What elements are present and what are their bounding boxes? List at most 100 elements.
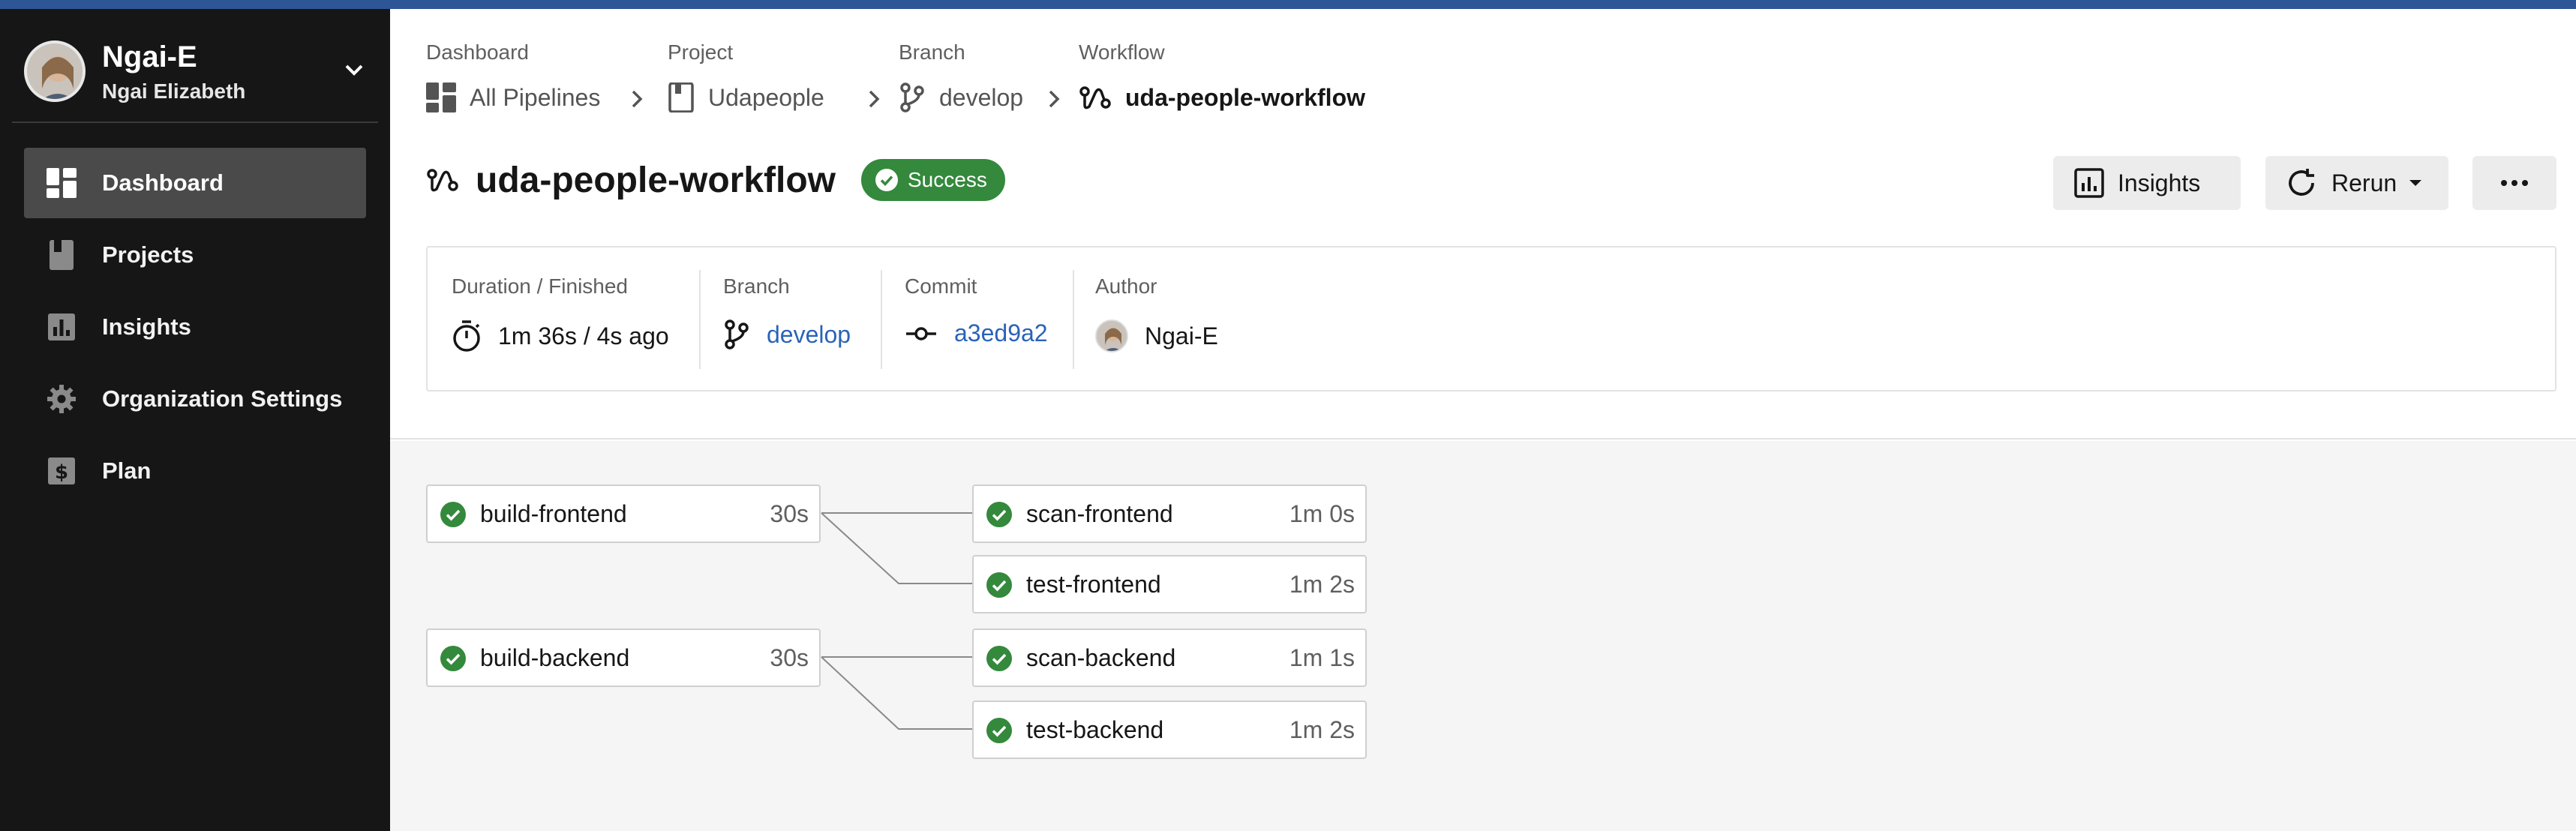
workflow-icon	[427, 169, 458, 192]
info-duration: Duration / Finished 1m 36s / 4s ago	[452, 248, 692, 393]
bar-chart-icon	[2074, 168, 2104, 198]
branch-value: develop	[767, 320, 851, 348]
breadcrumb-branch: Branch develop	[899, 40, 1023, 112]
user-handle: Ngai-E	[102, 40, 197, 74]
breadcrumb-workflow: Workflow uda-people-workflow	[1079, 40, 1365, 111]
info-value: Ngai-E	[1095, 320, 1218, 352]
breadcrumb-value: develop	[939, 83, 1024, 111]
sidebar-item-label: Insights	[102, 314, 191, 340]
stopwatch-icon	[453, 320, 480, 352]
chevron-right-icon	[863, 86, 885, 112]
check-circle-icon	[986, 502, 1012, 527]
commit-value: a3ed9a2	[954, 320, 1048, 346]
main-content: Dashboard All Pipelines Project Udapeopl…	[390, 9, 2576, 831]
workflow-icon	[1079, 86, 1111, 110]
check-circle-icon	[986, 718, 1012, 743]
author-value: Ngai-E	[1145, 322, 1218, 350]
more-options-button[interactable]	[2472, 156, 2556, 210]
sidebar: Ngai-E Ngai Elizabeth Dashboard Projects…	[0, 9, 390, 831]
title-row: uda-people-workflow Success	[426, 159, 1005, 201]
sidebar-item-dashboard[interactable]: Dashboard	[24, 148, 366, 218]
caret-down-icon	[2409, 180, 2422, 186]
sidebar-item-label: Organization Settings	[102, 386, 343, 412]
breadcrumb-project: Project Udapeople	[668, 40, 824, 112]
user-switcher[interactable]: Ngai-E Ngai Elizabeth	[24, 33, 369, 105]
workflow-info-panel: Duration / Finished 1m 36s / 4s ago Bran…	[426, 246, 2556, 392]
info-commit: Commit a3ed9a2	[905, 248, 1070, 393]
breadcrumb-link-project[interactable]: Udapeople	[668, 82, 824, 112]
sidebar-item-label: Dashboard	[102, 170, 224, 196]
check-circle-icon	[440, 646, 466, 671]
chevron-right-icon	[626, 86, 648, 112]
more-horizontal-icon	[2501, 180, 2528, 186]
insights-button[interactable]: Insights	[2053, 156, 2241, 210]
duration-value: 1m 36s / 4s ago	[498, 322, 669, 350]
info-value: 1m 36s / 4s ago	[452, 320, 669, 352]
sidebar-item-plan[interactable]: $ Plan	[24, 436, 366, 506]
user-full-name: Ngai Elizabeth	[102, 80, 246, 103]
job-build-frontend[interactable]: build-frontend 30s	[426, 484, 821, 543]
dashboard-icon	[47, 168, 77, 198]
status-badge-label: Success	[908, 168, 987, 191]
sidebar-divider	[12, 122, 378, 123]
sidebar-item-projects[interactable]: Projects	[24, 220, 366, 290]
job-test-backend[interactable]: test-backend 1m 2s	[972, 700, 1367, 759]
breadcrumb-caption: Branch	[899, 40, 965, 64]
chevron-right-icon	[1043, 86, 1065, 112]
job-duration: 1m 0s	[1289, 500, 1355, 527]
breadcrumb-caption: Project	[668, 40, 734, 64]
info-caption: Duration / Finished	[452, 274, 629, 298]
job-duration: 1m 2s	[1289, 716, 1355, 743]
dollar-icon: $	[47, 456, 77, 486]
avatar	[24, 40, 86, 102]
job-name: test-frontend	[1026, 570, 1161, 598]
job-duration: 30s	[770, 500, 809, 527]
breadcrumb-value: Udapeople	[708, 83, 824, 111]
avatar	[1095, 320, 1128, 352]
page-title: uda-people-workflow	[476, 160, 836, 200]
status-badge: Success	[861, 159, 1005, 201]
info-branch: Branch develop	[723, 248, 873, 393]
insights-button-label: Insights	[2118, 169, 2201, 196]
branch-link[interactable]: develop	[723, 320, 851, 350]
info-divider	[881, 270, 882, 369]
breadcrumb-value: uda-people-workflow	[1125, 83, 1365, 111]
bar-chart-icon	[47, 312, 77, 342]
git-branch-icon	[725, 320, 749, 350]
rerun-button[interactable]: Rerun	[2265, 156, 2448, 210]
sidebar-item-insights[interactable]: Insights	[24, 292, 366, 362]
sidebar-item-organization-settings[interactable]: Organization Settings	[24, 364, 366, 434]
job-name: build-backend	[480, 644, 630, 671]
job-name: test-backend	[1026, 716, 1164, 743]
sidebar-item-label: Plan	[102, 458, 152, 484]
breadcrumb-link-branch[interactable]: develop	[899, 82, 1023, 112]
check-circle-icon	[875, 169, 898, 191]
git-branch-icon	[900, 82, 924, 112]
chevron-down-icon[interactable]	[339, 58, 369, 82]
job-scan-backend[interactable]: scan-backend 1m 1s	[972, 628, 1367, 687]
workflow-header: Dashboard All Pipelines Project Udapeopl…	[390, 9, 2576, 440]
info-divider	[1073, 270, 1074, 369]
info-caption: Commit	[905, 274, 977, 298]
refresh-icon	[2289, 169, 2314, 196]
info-caption: Author	[1095, 274, 1157, 298]
rerun-button-label: Rerun	[2331, 169, 2397, 196]
breadcrumb-link-all-pipelines[interactable]: All Pipelines	[426, 82, 600, 112]
job-test-frontend[interactable]: test-frontend 1m 2s	[972, 555, 1367, 614]
job-name: scan-backend	[1026, 644, 1176, 671]
sidebar-item-label: Projects	[102, 242, 194, 268]
commit-icon	[906, 326, 936, 340]
job-name: build-frontend	[480, 500, 627, 527]
job-build-backend[interactable]: build-backend 30s	[426, 628, 821, 687]
job-scan-frontend[interactable]: scan-frontend 1m 0s	[972, 484, 1367, 543]
job-name: scan-frontend	[1026, 500, 1173, 527]
check-circle-icon	[440, 502, 466, 527]
info-divider	[699, 270, 701, 369]
commit-link[interactable]: a3ed9a2	[905, 320, 1048, 347]
breadcrumb-caption: Dashboard	[426, 40, 529, 64]
book-icon	[668, 82, 694, 112]
info-author: Author Ngai-E	[1095, 248, 1290, 393]
gear-icon	[47, 384, 77, 414]
top-accent-bar	[0, 0, 2576, 9]
check-circle-icon	[986, 646, 1012, 671]
